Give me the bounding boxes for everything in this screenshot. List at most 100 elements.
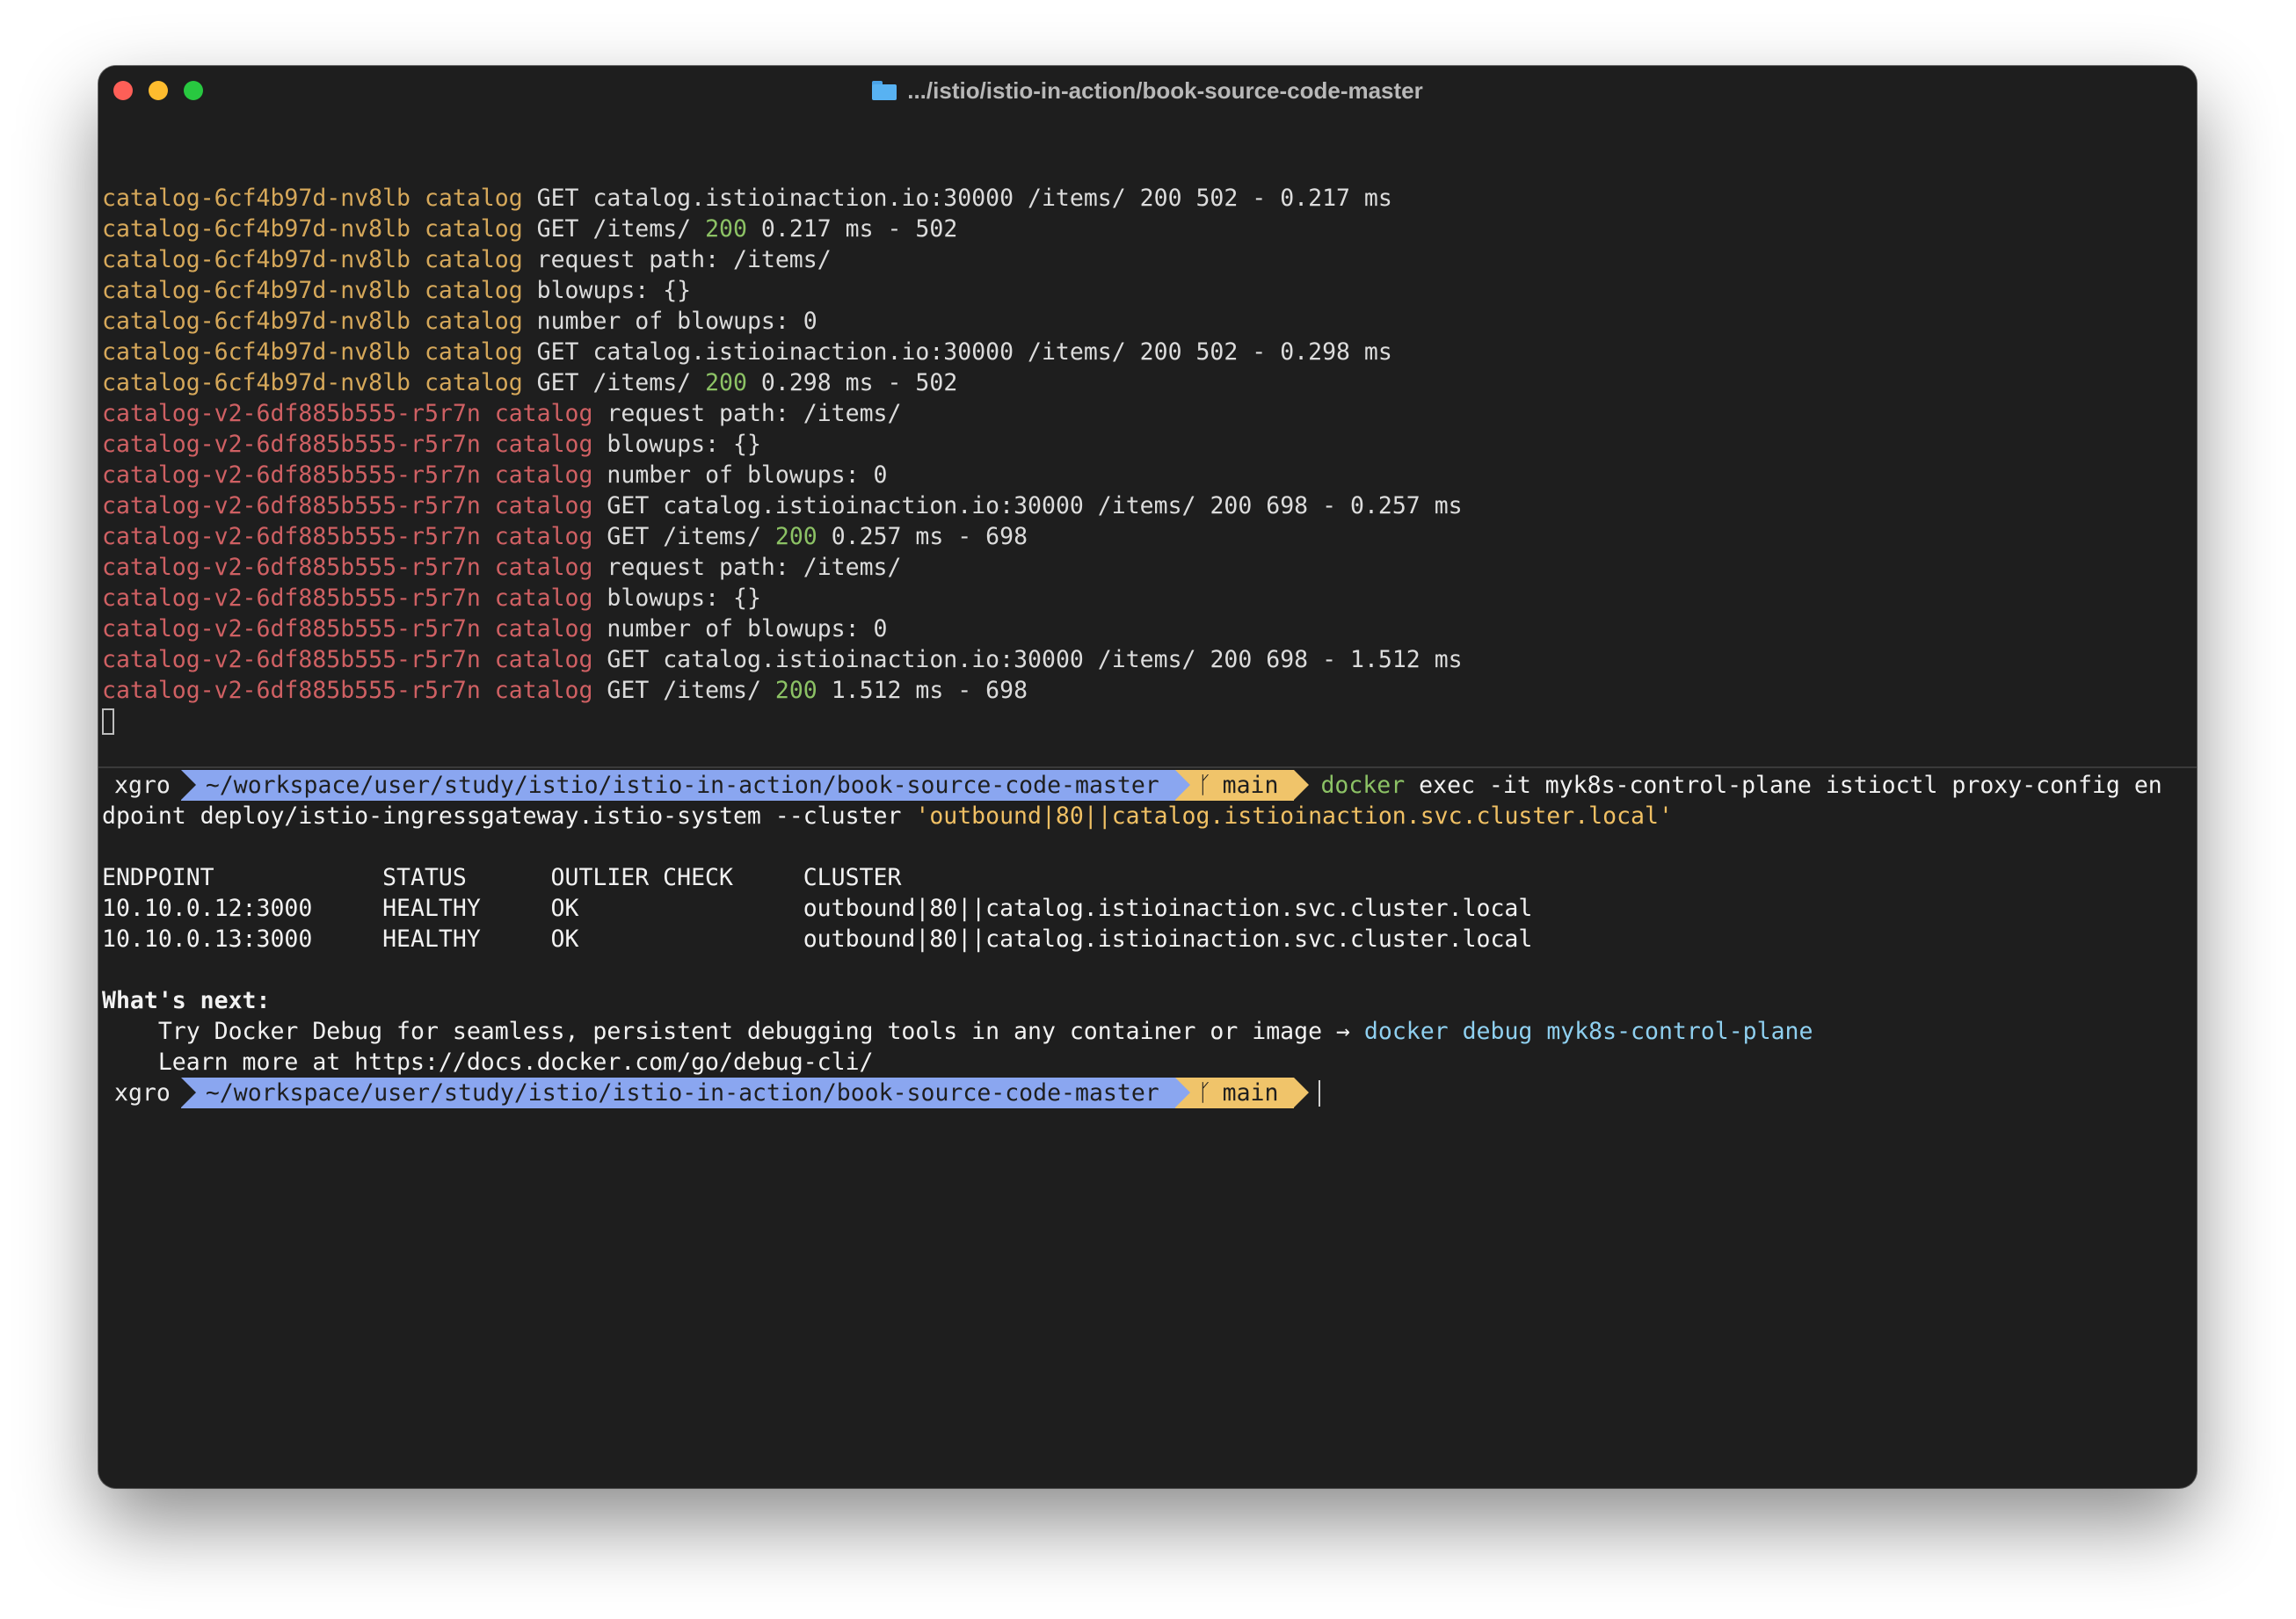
command-quoted-arg: 'outbound|80||catalog.istioinaction.svc.… bbox=[915, 802, 1673, 830]
prompt-git: ᚴ main bbox=[1174, 1078, 1310, 1108]
shell-prompt: xgro ~/workspace/user/study/istio/istio-i… bbox=[102, 770, 2162, 801]
container-name: catalog bbox=[494, 646, 593, 673]
log-line: catalog-v2-6df885b555-r5r7n catalog blow… bbox=[102, 429, 761, 460]
title-bar: .../istio/istio-in-action/book-source-co… bbox=[98, 66, 2197, 115]
log-message: GET catalog.istioinaction.io:30000 /item… bbox=[536, 338, 1392, 366]
status-code: 200 bbox=[774, 677, 817, 704]
log-message: blowups: {} bbox=[607, 584, 761, 612]
pod-name: catalog-v2-6df885b555-r5r7n bbox=[102, 584, 481, 612]
log-message: blowups: {} bbox=[536, 277, 692, 304]
log-message: GET /items/ bbox=[536, 369, 706, 396]
command-continuation: dpoint deploy/istio-ingressgateway.istio… bbox=[102, 801, 1673, 831]
prompt-user: xgro bbox=[114, 1079, 171, 1107]
git-branch-icon: ᚴ bbox=[1197, 1079, 1212, 1107]
log-line: catalog-6cf4b97d-nv8lb catalog GET /item… bbox=[102, 214, 957, 244]
container-name: catalog bbox=[424, 215, 523, 243]
prompt-path: ~/workspace/user/study/istio/istio-in-ac… bbox=[180, 770, 1190, 801]
folder-icon bbox=[872, 81, 897, 100]
log-message: GET /items/ bbox=[607, 677, 775, 704]
command-args-cont: dpoint deploy/istio-ingressgateway.istio… bbox=[102, 802, 916, 830]
container-name: catalog bbox=[494, 400, 593, 427]
log-line: catalog-6cf4b97d-nv8lb catalog blowups: … bbox=[102, 275, 691, 306]
pod-name: catalog-v2-6df885b555-r5r7n bbox=[102, 646, 481, 673]
log-line: catalog-6cf4b97d-nv8lb catalog GET catal… bbox=[102, 337, 1392, 367]
log-message-tail: 0.298 ms - 502 bbox=[746, 369, 958, 396]
pod-name: catalog-v2-6df885b555-r5r7n bbox=[102, 400, 481, 427]
log-line: catalog-v2-6df885b555-r5r7n catalog GET … bbox=[102, 675, 1028, 706]
log-message: GET catalog.istioinaction.io:30000 /item… bbox=[536, 185, 1392, 212]
container-name: catalog bbox=[494, 554, 593, 581]
whats-next-tip: Try Docker Debug for seamless, persisten… bbox=[102, 1016, 1813, 1047]
container-name: catalog bbox=[494, 615, 593, 643]
status-code: 200 bbox=[705, 215, 747, 243]
log-line: catalog-6cf4b97d-nv8lb catalog request p… bbox=[102, 244, 832, 275]
prompt-branch: main bbox=[1222, 1079, 1279, 1107]
block-cursor bbox=[102, 708, 114, 735]
table-row: 10.10.0.13:3000 HEALTHY OK outbound|80||… bbox=[102, 926, 1533, 953]
terminal-window: .../istio/istio-in-action/book-source-co… bbox=[98, 66, 2197, 1488]
pod-name: catalog-v2-6df885b555-r5r7n bbox=[102, 554, 481, 581]
shell-prompt[interactable]: xgro ~/workspace/user/study/istio/istio-i… bbox=[102, 1078, 1321, 1108]
log-line: catalog-6cf4b97d-nv8lb catalog number of… bbox=[102, 306, 817, 337]
prompt-branch: main bbox=[1222, 772, 1279, 799]
log-message: blowups: {} bbox=[607, 431, 761, 458]
prompt-git: ᚴ main bbox=[1174, 770, 1310, 801]
log-line: catalog-v2-6df885b555-r5r7n catalog numb… bbox=[102, 613, 888, 644]
table-header: ENDPOINT STATUS OUTLIER CHECK CLUSTER bbox=[102, 864, 902, 891]
log-message-tail: 1.512 ms - 698 bbox=[817, 677, 1028, 704]
container-name: catalog bbox=[494, 523, 593, 550]
container-name: catalog bbox=[494, 461, 593, 489]
whats-next-heading: What's next: bbox=[102, 987, 271, 1014]
status-code: 200 bbox=[774, 523, 817, 550]
log-line: catalog-v2-6df885b555-r5r7n catalog numb… bbox=[102, 460, 888, 490]
container-name: catalog bbox=[494, 431, 593, 458]
log-line: catalog-6cf4b97d-nv8lb catalog GET catal… bbox=[102, 183, 1392, 214]
log-line: catalog-v2-6df885b555-r5r7n catalog GET … bbox=[102, 490, 1463, 521]
tip-command: docker debug myk8s-control-plane bbox=[1363, 1018, 1813, 1045]
log-message: request path: /items/ bbox=[607, 400, 902, 427]
pod-name: catalog-6cf4b97d-nv8lb bbox=[102, 308, 411, 335]
log-message: GET /items/ bbox=[607, 523, 775, 550]
container-name: catalog bbox=[424, 246, 523, 273]
log-message: request path: /items/ bbox=[607, 554, 902, 581]
log-line: catalog-6cf4b97d-nv8lb catalog GET /item… bbox=[102, 367, 957, 398]
log-line: catalog-v2-6df885b555-r5r7n catalog blow… bbox=[102, 583, 761, 613]
log-line: catalog-v2-6df885b555-r5r7n catalog requ… bbox=[102, 398, 901, 429]
command-args: exec -it myk8s-control-plane istioctl pr… bbox=[1405, 772, 2162, 799]
log-message: GET /items/ bbox=[536, 215, 706, 243]
text-cursor[interactable] bbox=[1319, 1079, 1321, 1107]
command-program: docker bbox=[1320, 772, 1406, 799]
container-name: catalog bbox=[494, 492, 593, 519]
window-title-text: .../istio/istio-in-action/book-source-co… bbox=[907, 76, 1423, 104]
container-name: catalog bbox=[424, 338, 523, 366]
container-name: catalog bbox=[424, 308, 523, 335]
pod-name: catalog-6cf4b97d-nv8lb bbox=[102, 369, 411, 396]
log-message: number of blowups: 0 bbox=[607, 461, 888, 489]
container-name: catalog bbox=[424, 185, 523, 212]
pod-name: catalog-v2-6df885b555-r5r7n bbox=[102, 492, 481, 519]
window-title: .../istio/istio-in-action/book-source-co… bbox=[98, 66, 2197, 115]
log-message: request path: /items/ bbox=[536, 246, 832, 273]
pod-name: catalog-v2-6df885b555-r5r7n bbox=[102, 615, 481, 643]
log-message: number of blowups: 0 bbox=[607, 615, 888, 643]
pod-name: catalog-6cf4b97d-nv8lb bbox=[102, 277, 411, 304]
prompt-user: xgro bbox=[114, 772, 171, 799]
container-name: catalog bbox=[424, 369, 523, 396]
pane-divider[interactable] bbox=[98, 766, 2197, 768]
log-message-tail: 0.257 ms - 698 bbox=[817, 523, 1028, 550]
learn-more-link[interactable]: Learn more at https://docs.docker.com/go… bbox=[102, 1047, 874, 1078]
container-name: catalog bbox=[494, 677, 593, 704]
container-name: catalog bbox=[424, 277, 523, 304]
status-code: 200 bbox=[705, 369, 747, 396]
table-row: 10.10.0.12:3000 HEALTHY OK outbound|80||… bbox=[102, 895, 1533, 922]
pod-name: catalog-v2-6df885b555-r5r7n bbox=[102, 461, 481, 489]
log-message: number of blowups: 0 bbox=[536, 308, 817, 335]
log-message: GET catalog.istioinaction.io:30000 /item… bbox=[607, 646, 1463, 673]
log-message-tail: 0.217 ms - 502 bbox=[746, 215, 958, 243]
pod-name: catalog-6cf4b97d-nv8lb bbox=[102, 215, 411, 243]
pod-name: catalog-6cf4b97d-nv8lb bbox=[102, 338, 411, 366]
log-message: GET catalog.istioinaction.io:30000 /item… bbox=[607, 492, 1463, 519]
log-line: catalog-v2-6df885b555-r5r7n catalog GET … bbox=[102, 644, 1463, 675]
prompt-path: ~/workspace/user/study/istio/istio-in-ac… bbox=[180, 1078, 1190, 1108]
pod-name: catalog-v2-6df885b555-r5r7n bbox=[102, 677, 481, 704]
